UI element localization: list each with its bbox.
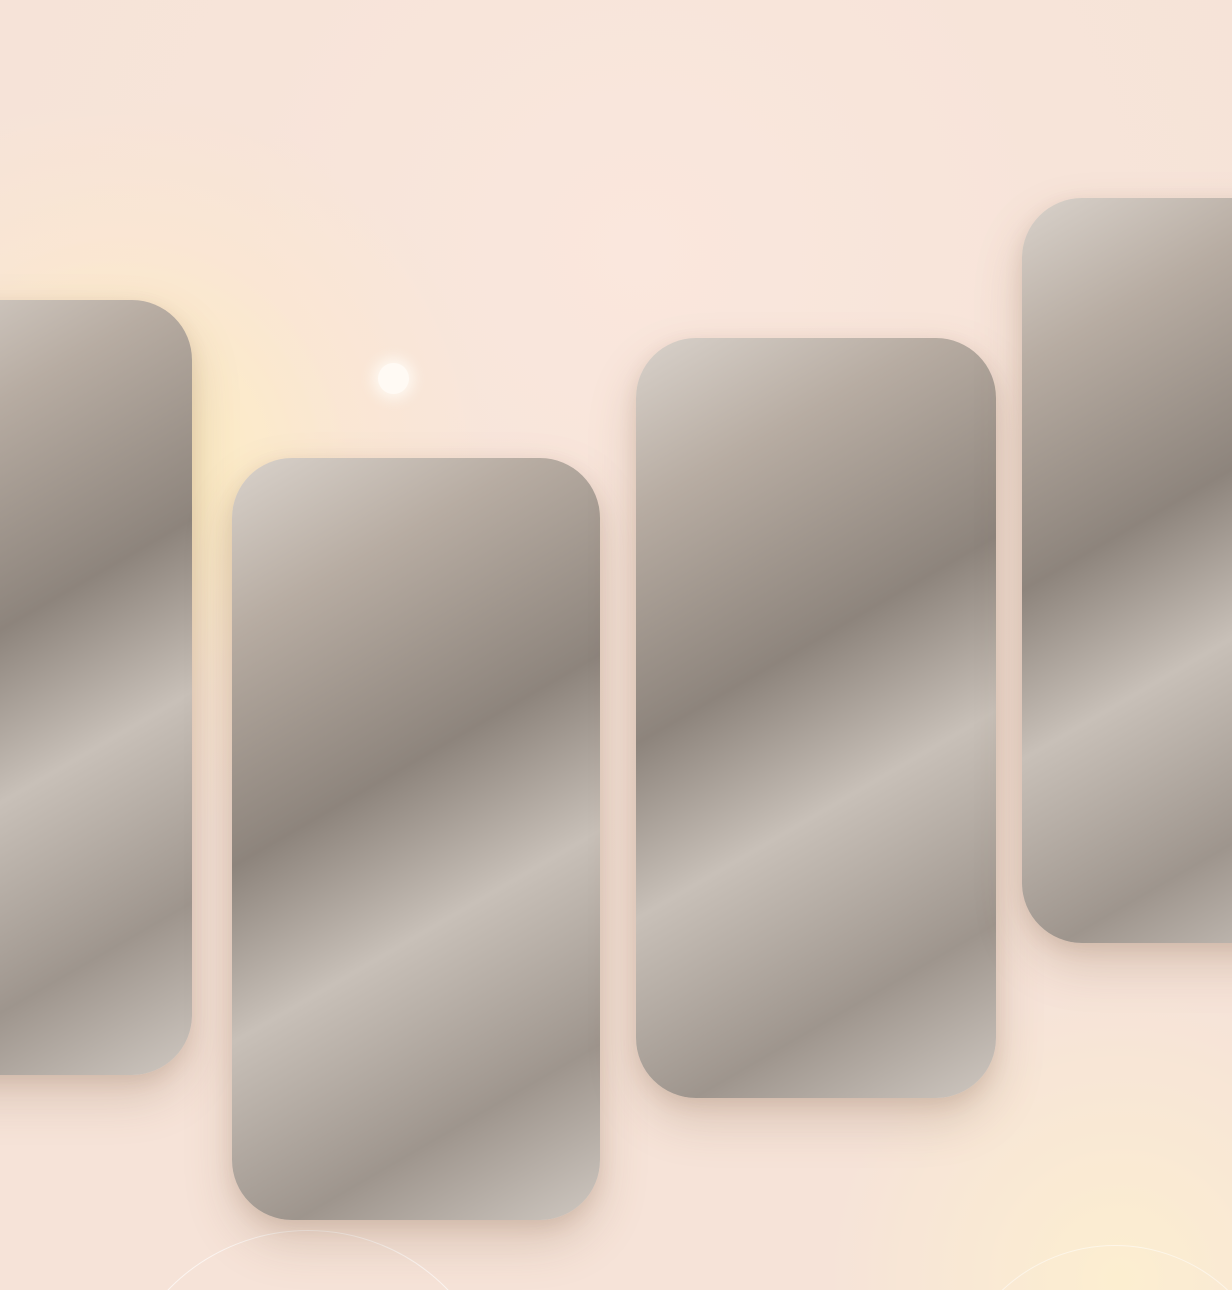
- decorative-dot: [378, 363, 409, 394]
- phone-mockup-villa: [1022, 198, 1232, 943]
- phone-mockup-apartment: [0, 300, 192, 1075]
- phone-mockup-all-properties: [232, 458, 600, 1220]
- phone-mockup-office: [636, 338, 996, 1098]
